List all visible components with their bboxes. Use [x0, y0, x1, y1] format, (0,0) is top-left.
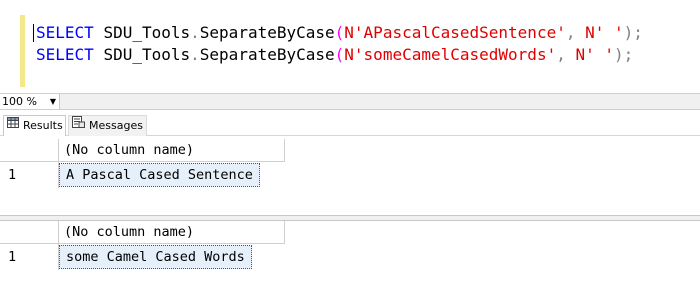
tab-label: Results: [23, 119, 63, 132]
selected-cell[interactable]: A Pascal Cased Sentence: [59, 163, 260, 187]
sql-keyword: SELECT: [36, 23, 94, 42]
tab-messages[interactable]: Messages: [68, 115, 147, 136]
row-header-corner[interactable]: [0, 221, 59, 243]
code-line-2[interactable]: SELECT SDU_Tools.SeparateByCase(N'someCa…: [36, 44, 633, 66]
function-name: SeparateByCase: [199, 23, 335, 42]
selected-cell[interactable]: some Camel Cased Words: [59, 245, 252, 269]
results-pane: (No column name) 1 A Pascal Cased Senten…: [0, 136, 700, 300]
string-argument: N'APascalCasedSentence': [344, 23, 566, 42]
text-caret: [33, 24, 34, 42]
sql-keyword: SELECT: [36, 45, 94, 64]
grid-icon: [7, 115, 19, 135]
table-row: 1 some Camel Cased Words: [0, 244, 290, 270]
grid-header-row: (No column name): [0, 221, 285, 244]
table-row: 1 A Pascal Cased Sentence: [0, 162, 290, 188]
row-number[interactable]: 1: [8, 162, 16, 188]
open-paren: (: [334, 45, 345, 64]
open-paren: (: [334, 23, 345, 42]
tab-label: Messages: [89, 119, 143, 132]
close-paren-semicolon: );: [623, 23, 643, 42]
string-argument: N' ': [575, 45, 614, 64]
string-argument: N' ': [585, 23, 624, 42]
comma: ,: [565, 23, 586, 42]
comma: ,: [556, 45, 576, 64]
messages-icon: [72, 115, 85, 135]
zoom-select[interactable]: 100 % ▼: [0, 94, 60, 109]
row-number[interactable]: 1: [8, 244, 16, 270]
zoom-value: 100 %: [2, 95, 37, 108]
close-paren-semicolon: );: [614, 45, 634, 64]
dot-operator: .: [190, 23, 200, 42]
column-header[interactable]: (No column name): [64, 221, 194, 243]
function-name: SeparateByCase: [199, 45, 335, 64]
code-line-1[interactable]: SELECT SDU_Tools.SeparateByCase(N'APasca…: [36, 22, 643, 44]
chevron-down-icon[interactable]: ▼: [50, 94, 56, 109]
change-tracking-margin: [20, 15, 25, 87]
schema-name: SDU_Tools: [103, 45, 191, 64]
tab-results[interactable]: Results: [3, 115, 66, 136]
schema-name: SDU_Tools: [103, 23, 191, 42]
string-argument: N'someCamelCasedWords': [344, 45, 557, 64]
row-header-corner[interactable]: [0, 139, 59, 161]
query-editor[interactable]: SELECT SDU_Tools.SeparateByCase(N'APasca…: [0, 0, 700, 93]
zoom-bar: 100 % ▼: [0, 93, 700, 110]
results-tab-strip: Results Messages: [0, 115, 700, 136]
grid-header-row: (No column name): [0, 139, 285, 162]
dot-operator: .: [190, 45, 200, 64]
column-header[interactable]: (No column name): [64, 139, 194, 161]
